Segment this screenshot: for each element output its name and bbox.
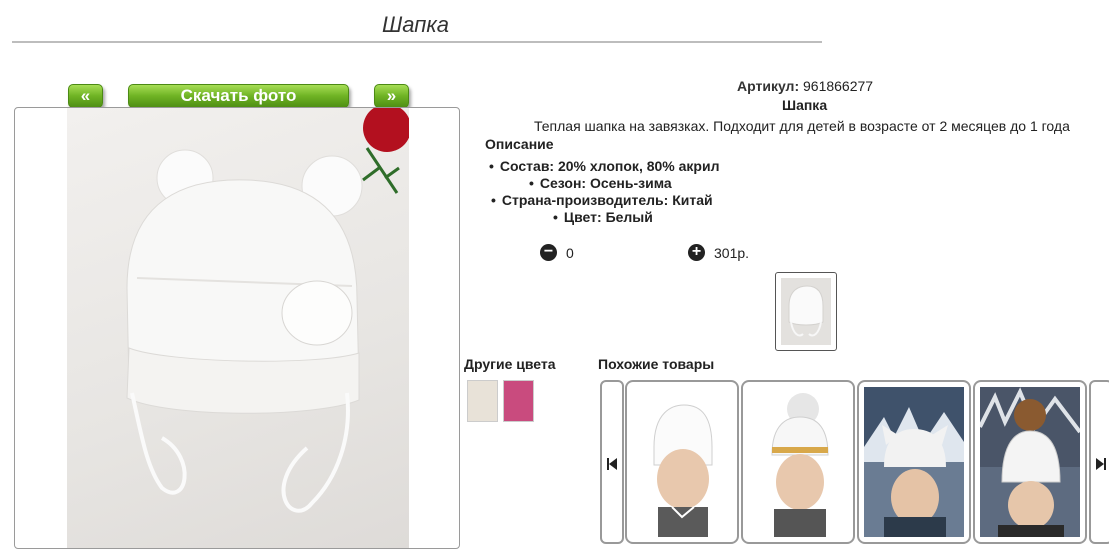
article-label: Артикул: [737,78,800,94]
photo-thumbnail[interactable] [775,272,837,351]
download-photo-button[interactable]: Скачать фото [128,84,349,108]
similar-product-card[interactable] [741,380,855,544]
similar-product-image [748,387,848,537]
article-line: Артикул: 961866277 [737,78,873,94]
similar-product-card[interactable] [625,380,739,544]
other-colors-heading: Другие цвета [464,356,556,372]
spec-item: Страна-производитель: Китай [491,192,713,208]
spec-item: Цвет: Белый [553,209,653,225]
carousel-prev-button[interactable] [600,380,624,544]
carousel-next-button[interactable] [1089,380,1109,544]
similar-product-image [632,387,732,537]
product-name: Шапка [782,97,828,113]
hat-illustration [126,108,411,513]
price-value: 301р. [714,245,750,261]
color-swatch-white[interactable] [467,380,498,422]
page-title: Шапка [382,12,449,37]
similar-product-card[interactable] [857,380,971,544]
title-divider [12,41,822,43]
article-value: 961866277 [803,78,874,94]
quantity-value: 0 [566,245,574,261]
skip-prev-icon [607,458,617,470]
minus-circle-icon[interactable]: − [540,244,557,261]
skip-next-icon [1096,458,1106,470]
similar-products-heading: Похожие товары [598,356,715,372]
similar-product-card[interactable] [973,380,1087,544]
spec-item: Сезон: Осень-зима [529,175,672,191]
similar-product-image [978,387,1082,537]
color-swatch-pink[interactable] [503,380,534,422]
main-photo-frame [14,107,460,549]
plus-circle-icon[interactable]: + [688,244,705,261]
spec-item: Состав: 20% хлопок, 80% акрил [489,158,720,174]
product-description: Теплая шапка на завязках. Подходит для д… [534,118,1070,134]
description-heading: Описание [485,136,554,152]
next-photo-button[interactable]: » [374,84,409,108]
prev-photo-button[interactable]: « [68,84,103,108]
thumbnail-image [781,278,831,345]
similar-product-image [864,387,964,537]
main-product-photo[interactable] [67,108,411,548]
